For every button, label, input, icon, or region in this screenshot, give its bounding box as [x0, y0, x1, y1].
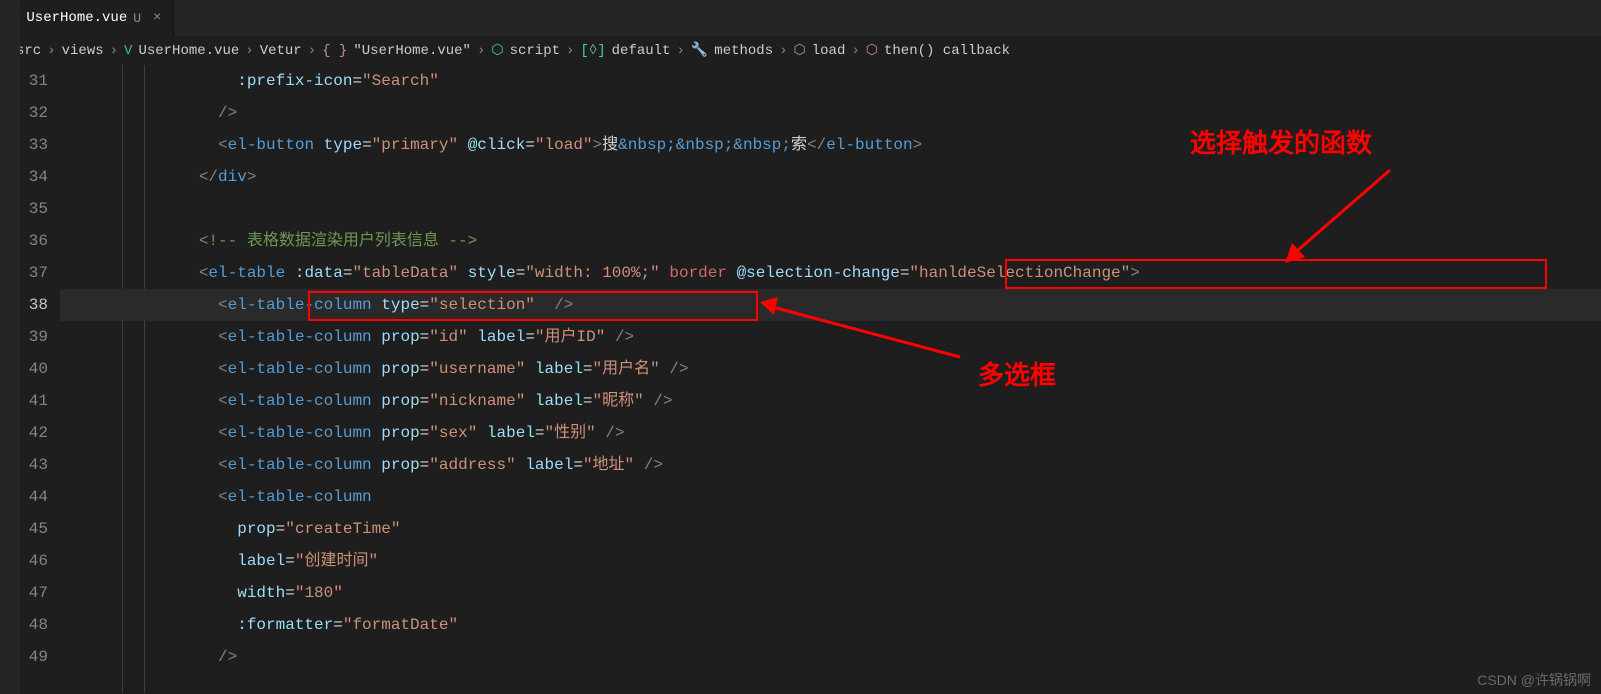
braces-icon: { } [322, 43, 347, 59]
breadcrumb-item[interactable]: views [62, 43, 104, 59]
wrench-icon: 🔧 [691, 42, 708, 59]
annotation-text: 选择触发的函数 [1190, 123, 1372, 160]
code-line[interactable]: :prefix-icon="Search" [60, 65, 1601, 97]
code-line[interactable]: width="180" [60, 577, 1601, 609]
code-line[interactable]: <el-table-column prop="sex" label="性别" /… [60, 417, 1601, 449]
code-line[interactable]: <el-table-column prop="address" label="地… [60, 449, 1601, 481]
breadcrumb-item[interactable]: then() callback [884, 43, 1010, 59]
chevron-right-icon: › [566, 43, 574, 59]
code-line[interactable]: <el-table-column prop="username" label="… [60, 353, 1601, 385]
code-line[interactable]: <!-- 表格数据渲染用户列表信息 --> [60, 225, 1601, 257]
chevron-right-icon: › [245, 43, 253, 59]
code-line[interactable]: /> [60, 641, 1601, 673]
breadcrumb-item[interactable]: Vetur [260, 43, 302, 59]
code-line[interactable]: </div> [60, 161, 1601, 193]
code-area[interactable]: :prefix-icon="Search" /> <el-button type… [60, 65, 1601, 693]
cube-icon: ⬡ [491, 42, 503, 59]
chevron-right-icon: › [851, 43, 859, 59]
vue-icon: V [124, 43, 132, 59]
code-line[interactable]: <el-table-column prop="id" label="用户ID" … [60, 321, 1601, 353]
annotation-text: 多选框 [978, 355, 1056, 392]
chevron-right-icon: › [47, 43, 55, 59]
code-line[interactable]: <el-table-column type="selection" /> [60, 289, 1601, 321]
breadcrumb-item[interactable]: default [612, 43, 671, 59]
tab-bar: V UserHome.vue U × [0, 0, 1601, 36]
code-line[interactable] [60, 193, 1601, 225]
chevron-right-icon: › [110, 43, 118, 59]
breadcrumb-item[interactable]: UserHome.vue [138, 43, 239, 59]
chevron-right-icon: › [308, 43, 316, 59]
file-tab[interactable]: V UserHome.vue U × [0, 0, 174, 36]
cube-icon: ⬡ [794, 42, 806, 59]
activity-bar [0, 0, 20, 694]
breadcrumb-item[interactable]: load [812, 43, 846, 59]
close-icon[interactable]: × [153, 10, 161, 26]
bracket-icon: [◊] [580, 43, 605, 59]
code-line[interactable]: <el-table :data="tableData" style="width… [60, 257, 1601, 289]
chevron-right-icon: › [779, 43, 787, 59]
code-line[interactable]: :formatter="formatDate" [60, 609, 1601, 641]
breadcrumb-item[interactable]: methods [714, 43, 773, 59]
watermark: CSDN @许锅锅啊 [1477, 670, 1591, 690]
breadcrumb[interactable]: src › views › V UserHome.vue › Vetur › {… [0, 36, 1601, 65]
code-line[interactable]: <el-table-column [60, 481, 1601, 513]
code-editor[interactable]: 31 32 33 34 35 36 37 38 39 40 41 42 43 4… [0, 65, 1601, 693]
breadcrumb-item[interactable]: script [510, 43, 560, 59]
code-line[interactable]: prop="createTime" [60, 513, 1601, 545]
cube-icon: ⬡ [866, 42, 878, 59]
tab-modified-indicator: U [133, 11, 141, 26]
code-line[interactable]: <el-table-column prop="nickname" label="… [60, 385, 1601, 417]
chevron-right-icon: › [477, 43, 485, 59]
breadcrumb-item[interactable]: "UserHome.vue" [353, 43, 471, 59]
tab-filename: UserHome.vue [26, 10, 127, 26]
chevron-right-icon: › [676, 43, 684, 59]
code-line[interactable]: label="创建时间" [60, 545, 1601, 577]
